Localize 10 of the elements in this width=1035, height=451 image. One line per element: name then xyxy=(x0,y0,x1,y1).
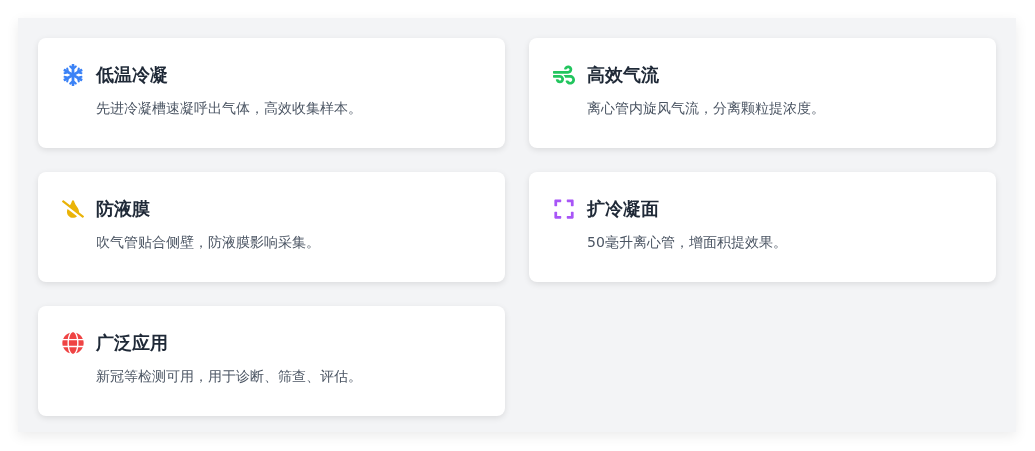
feature-description: 离心管内旋风气流，分离颗粒提浓度。 xyxy=(587,99,825,118)
feature-description: 吹气管贴合侧壁，防液膜影响采集。 xyxy=(96,233,320,252)
feature-description: 50毫升离心管，增面积提效果。 xyxy=(587,233,787,252)
feature-description: 先进冷凝槽速凝呼出气体，高效收集样本。 xyxy=(96,99,362,118)
feature-title: 扩冷凝面 xyxy=(587,197,660,221)
feature-title: 防液膜 xyxy=(96,197,151,221)
feature-description: 新冠等检测可用，用于诊断、筛查、评估。 xyxy=(96,367,362,386)
feature-title: 广泛应用 xyxy=(96,331,169,355)
feature-title: 低温冷凝 xyxy=(96,63,169,87)
feature-title: 高效气流 xyxy=(587,63,660,87)
